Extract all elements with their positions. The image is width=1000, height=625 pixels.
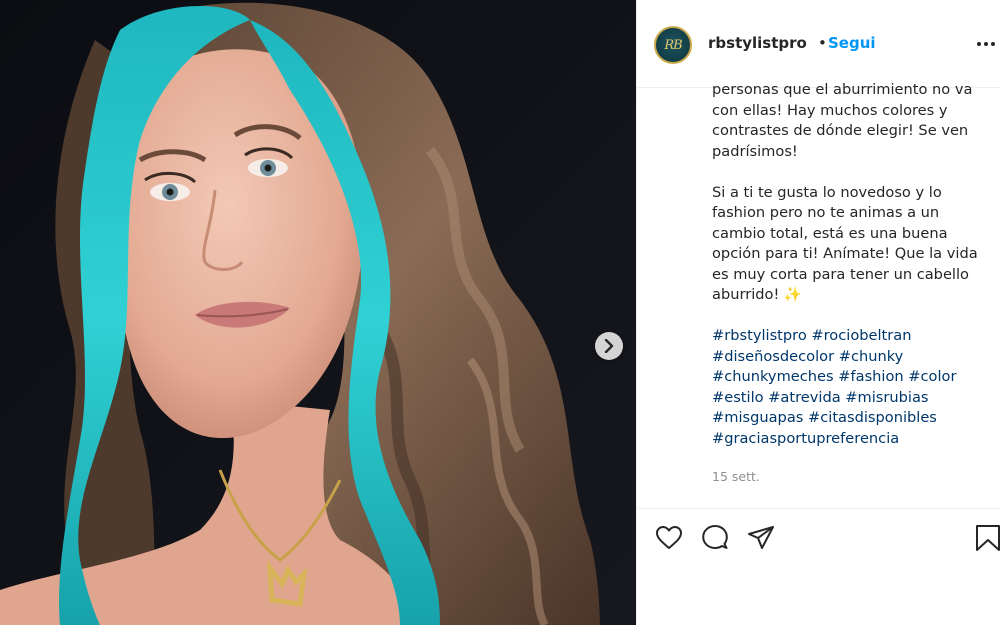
caption-line: contrastes de dónde elegir! Se ven <box>712 122 969 139</box>
comment-button[interactable] <box>700 523 730 553</box>
chevron-right-icon <box>604 339 614 353</box>
post-side-panel: RB rbstylistpro • Segui personas que el … <box>636 0 1000 625</box>
comment-icon <box>702 525 728 549</box>
hashtag-list: #rbstylistpro #rociobeltran #diseñosdeco… <box>712 326 997 449</box>
post-date[interactable]: 15 sett. <box>712 469 760 484</box>
bookmark-icon <box>976 525 1000 551</box>
hashtag-link[interactable]: #rbstylistpro #rociobeltran <box>712 327 911 344</box>
avatar[interactable]: RB <box>654 26 692 64</box>
caption-line: Si a ti te gusta lo novedoso y lo <box>712 183 942 201</box>
hashtag-link[interactable]: #chunkymeches #fashion #color <box>712 368 956 385</box>
action-bar <box>637 508 1000 568</box>
like-button[interactable] <box>654 523 684 553</box>
hashtag-link[interactable]: #diseñosdecolor #chunky <box>712 348 903 365</box>
paper-plane-icon <box>748 526 774 549</box>
portrait-image <box>0 0 636 625</box>
caption-line: opción para ti! Anímate! Que la vida <box>712 245 978 262</box>
caption-line: padrísimos! <box>712 142 798 160</box>
more-options-icon[interactable] <box>977 34 999 54</box>
caption-line: aburrido! ✨ <box>712 286 803 303</box>
separator-dot: • <box>818 34 827 52</box>
save-button[interactable] <box>973 523 1000 553</box>
follow-button[interactable]: Segui <box>828 34 876 52</box>
hashtag-link[interactable]: #graciasportupreferencia <box>712 430 899 447</box>
post-photo <box>0 0 636 625</box>
share-button[interactable] <box>746 523 776 553</box>
post-header: RB rbstylistpro • Segui <box>637 0 1000 88</box>
username-link[interactable]: rbstylistpro <box>708 34 807 52</box>
hashtag-link[interactable]: #estilo #atrevida #misrubias <box>712 389 929 406</box>
hashtag-link[interactable]: #misguapas #citasdisponibles <box>712 409 937 426</box>
post-caption: personas que el aburrimiento no va con e… <box>712 80 997 449</box>
avatar-logo-text: RB <box>664 37 682 53</box>
caption-line: personas que el aburrimiento no va <box>712 81 973 98</box>
caption-line: cambio total, está es una buena <box>712 224 948 242</box>
caption-line: con ellas! Hay muchos colores y <box>712 101 948 119</box>
next-image-button[interactable] <box>595 332 623 360</box>
caption-line: es muy corta para tener un cabello <box>712 265 969 283</box>
caption-line: fashion pero no te animas a un <box>712 204 940 221</box>
heart-icon <box>656 526 682 549</box>
